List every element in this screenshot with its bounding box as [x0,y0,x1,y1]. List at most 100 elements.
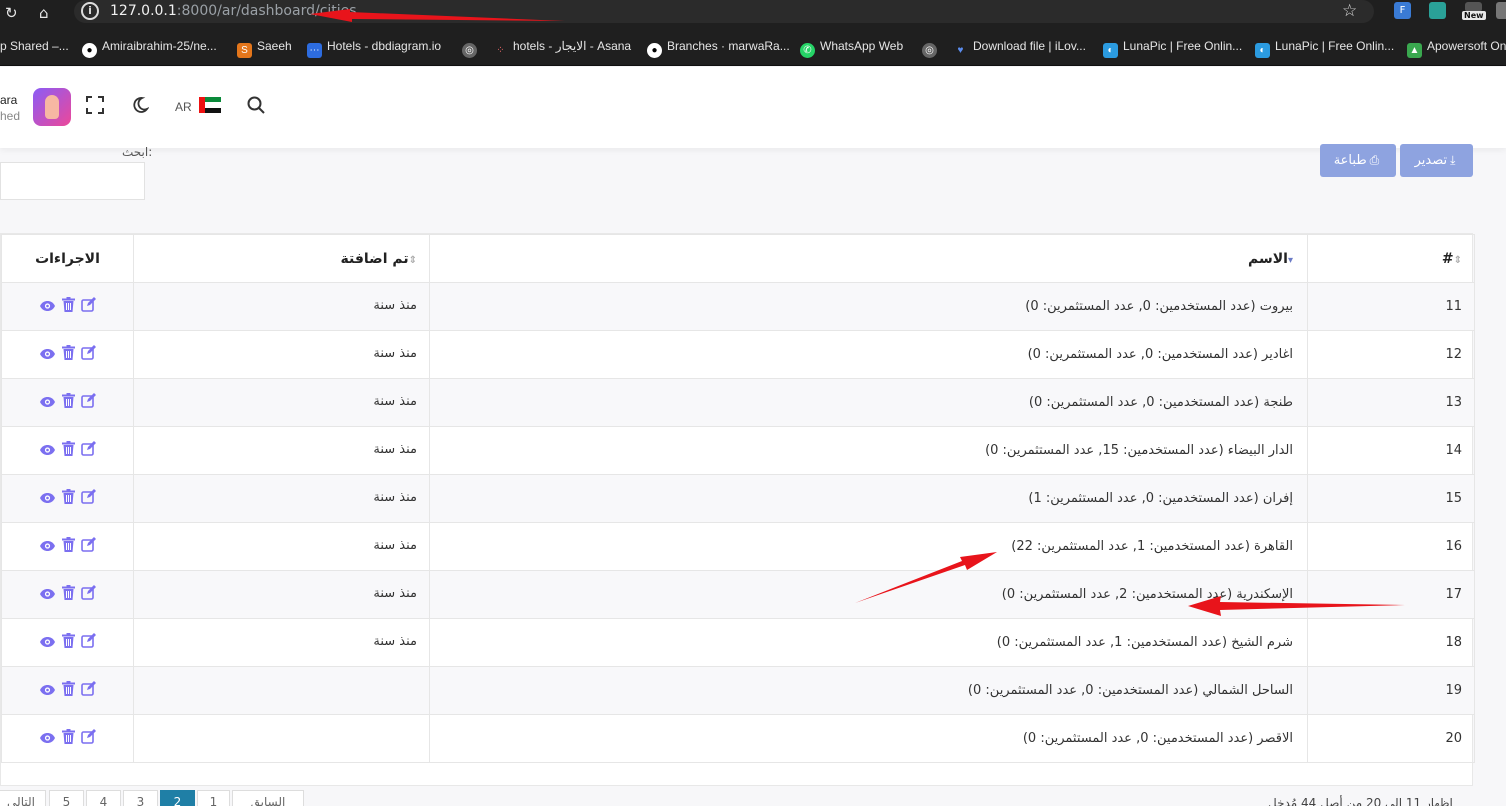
delete-trash-icon[interactable] [61,681,75,699]
column-header-name[interactable]: الاسم▾ [429,234,1308,283]
language-switcher[interactable]: AR [175,100,192,114]
view-eye-icon[interactable] [39,588,56,603]
bookmark-item[interactable]: ⋯ Hotels - dbdiagram.io [307,37,441,58]
delete-trash-icon[interactable] [61,297,75,315]
extension-icon[interactable] [1496,2,1506,19]
edit-icon[interactable] [80,633,97,651]
bookmark-item[interactable]: ✆ WhatsApp Web [800,37,903,58]
fullscreen-icon[interactable] [86,96,104,118]
url-text[interactable]: 127.0.0.1:8000/ar/dashboard/cities [110,2,357,20]
delete-trash-icon[interactable] [61,489,75,507]
view-eye-icon[interactable] [39,540,56,555]
row-city-name: الاقصر (عدد المستخدمين: 0, عدد المستثمري… [429,714,1308,763]
page-link-active[interactable]: 2 [160,790,195,806]
bookmark-item[interactable]: ◎ [922,37,942,58]
table-row[interactable]: منذ سنة القاهرة (عدد المستخدمين: 1, عدد ا… [1,522,1475,571]
bookmark-item[interactable]: ▲ Apowersoft On [1407,37,1506,58]
edit-icon[interactable] [80,441,97,459]
page-previous[interactable]: السابق [232,790,304,806]
bookmark-item[interactable]: ◎ [462,37,482,58]
edit-icon[interactable] [80,489,97,507]
github-icon: ● [82,43,97,58]
row-city-name: إفران (عدد المستخدمين: 0, عدد المستثمرين… [429,474,1308,523]
row-number: 13 [1307,378,1475,427]
search-icon[interactable] [247,96,265,118]
delete-trash-icon[interactable] [61,537,75,555]
row-actions [1,666,134,715]
view-eye-icon[interactable] [39,300,56,315]
edit-icon[interactable] [80,681,97,699]
bookmark-item[interactable]: ◐ LunaPic | Free Onlin... [1103,37,1242,58]
view-eye-icon[interactable] [39,492,56,507]
page-next[interactable]: التالي [0,790,46,806]
row-added: منذ سنة [133,570,430,619]
bookmark-item[interactable]: ⁘ hotels - الايجار - Asana [493,37,631,56]
view-eye-icon[interactable] [39,444,56,459]
row-city-name: شرم الشيخ (عدد المستخدمين: 1, عدد المستث… [429,618,1308,667]
table-row[interactable]: الاقصر (عدد المستخدمين: 0, عدد المستثمري… [1,714,1475,763]
site-info-icon[interactable]: i [81,2,99,20]
table-row[interactable]: منذ سنة شرم الشيخ (عدد المستخدمين: 1, عدد… [1,618,1475,667]
page-link[interactable]: 1 [197,790,230,806]
page-link[interactable]: 4 [86,790,121,806]
table-row[interactable]: منذ سنة الإسكندرية (عدد المستخدمين: 2, عد… [1,570,1475,619]
sort-icon: ⇕ [1453,254,1462,266]
delete-trash-icon[interactable] [61,393,75,411]
delete-trash-icon[interactable] [61,585,75,603]
table-row[interactable]: منذ سنة طنجة (عدد المستخدمين: 0, عدد المس… [1,378,1475,427]
dark-mode-moon-icon[interactable] [131,96,150,118]
avatar[interactable] [33,88,71,126]
export-button[interactable]: تصدير ⤓ [1400,144,1473,177]
page-link[interactable]: 3 [123,790,158,806]
table-row[interactable]: الساحل الشمالي (عدد المستخدمين: 0, عدد ا… [1,666,1475,715]
row-added: منذ سنة [133,330,430,379]
row-actions [1,282,134,331]
view-eye-icon[interactable] [39,348,56,363]
row-added: منذ سنة [133,378,430,427]
print-button[interactable]: طباعة ⎙ [1320,144,1396,177]
view-eye-icon[interactable] [39,684,56,699]
table-row[interactable]: منذ سنة الدار البيضاء (عدد المستخدمين: 15… [1,426,1475,475]
edit-icon[interactable] [80,537,97,555]
delete-trash-icon[interactable] [61,441,75,459]
extension-icon[interactable]: F [1394,2,1411,19]
bookmark-item[interactable]: p Shared –... [0,37,69,55]
delete-trash-icon[interactable] [61,633,75,651]
view-eye-icon[interactable] [39,636,56,651]
bookmark-item[interactable]: ◐ LunaPic | Free Onlin... [1255,37,1394,58]
row-number: 15 [1307,474,1475,523]
bookmark-item[interactable]: ● Branches · marwaRa... [647,37,790,58]
delete-trash-icon[interactable] [61,729,75,747]
row-number: 19 [1307,666,1475,715]
table-row[interactable]: منذ سنة بيروت (عدد المستخدمين: 0, عدد الم… [1,282,1475,331]
browser-url-bar: ↻ ⌂ i 127.0.0.1:8000/ar/dashboard/cities… [0,0,1506,26]
delete-trash-icon[interactable] [61,345,75,363]
view-eye-icon[interactable] [39,396,56,411]
page-link[interactable]: 5 [49,790,84,806]
bookmark-item[interactable]: ♥ Download file | iLov... [953,37,1086,56]
bookmark-item[interactable]: S Saeeh [237,37,292,58]
reload-icon[interactable]: ↻ [5,3,18,23]
row-city-name: القاهرة (عدد المستخدمين: 1, عدد المستثمر… [429,522,1308,571]
row-number: 14 [1307,426,1475,475]
table-row[interactable]: منذ سنة إفران (عدد المستخدمين: 0, عدد الم… [1,474,1475,523]
uae-flag-icon[interactable] [199,97,221,113]
row-city-name: بيروت (عدد المستخدمين: 0, عدد المستثمرين… [429,282,1308,331]
row-city-name: الإسكندرية (عدد المستخدمين: 2, عدد المست… [429,570,1308,619]
bookmark-item[interactable]: ● Amiraibrahim-25/ne... [82,37,217,58]
table-row[interactable]: منذ سنة اغادير (عدد المستخدمين: 0, عدد ال… [1,330,1475,379]
edit-icon[interactable] [80,297,97,315]
column-header-added[interactable]: تم اضافتة⇕ [133,234,430,283]
bookmark-star-icon[interactable]: ☆ [1342,1,1357,21]
column-header-number[interactable]: #⇕ [1307,234,1475,283]
row-actions [1,618,134,667]
edit-icon[interactable] [80,729,97,747]
edit-icon[interactable] [80,393,97,411]
search-input[interactable] [0,162,145,200]
extension-icon[interactable] [1429,2,1446,19]
edit-icon[interactable] [80,345,97,363]
edit-icon[interactable] [80,585,97,603]
home-icon[interactable]: ⌂ [39,3,49,23]
row-number: 18 [1307,618,1475,667]
view-eye-icon[interactable] [39,732,56,747]
